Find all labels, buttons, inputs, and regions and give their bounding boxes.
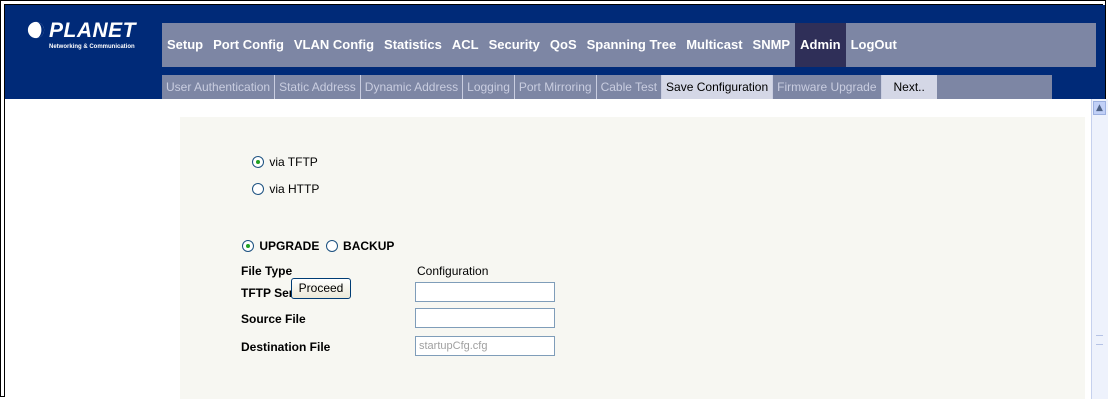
scroll-grip-icon[interactable]: [1096, 335, 1103, 345]
brand-tagline: Networking & Communication: [49, 44, 135, 50]
sub-nav: User Authentication Static Address Dynam…: [162, 75, 1052, 99]
upgrade-radio[interactable]: [242, 239, 254, 252]
nav-admin[interactable]: Admin: [795, 23, 846, 67]
nav-security[interactable]: Security: [484, 23, 545, 67]
scroll-up-arrow-icon[interactable]: ▲: [1093, 101, 1106, 115]
source-file-label: Source File: [241, 312, 306, 326]
via-http-radio[interactable]: [252, 182, 264, 195]
option-via-http[interactable]: via HTTP: [252, 181, 319, 196]
via-tftp-label: via TFTP: [269, 154, 318, 169]
via-http-label: via HTTP: [269, 181, 320, 196]
via-tftp-radio[interactable]: [252, 155, 264, 168]
nav-qos[interactable]: QoS: [545, 23, 582, 67]
nav-port-config[interactable]: Port Config: [208, 23, 289, 67]
destination-file-label: Destination File: [241, 340, 331, 354]
browser-frame: PLANET Networking & Communication Setup …: [0, 0, 1108, 399]
mode-selector: UPGRADE BACKUP: [242, 238, 394, 253]
subnav-user-authentication[interactable]: User Authentication: [162, 75, 276, 99]
upgrade-label: UPGRADE: [259, 238, 320, 253]
file-type-label: File Type: [241, 264, 293, 278]
vertical-scrollbar[interactable]: ▲: [1091, 99, 1108, 399]
nav-vlan-config[interactable]: VLAN Config: [289, 23, 379, 67]
header-band: PLANET Networking & Communication Setup …: [5, 5, 1105, 99]
nav-statistics[interactable]: Statistics: [379, 23, 447, 67]
backup-radio[interactable]: [325, 239, 338, 252]
brand-name: PLANET: [49, 19, 136, 42]
nav-multicast[interactable]: Multicast: [681, 23, 747, 67]
main-nav: Setup Port Config VLAN Config Statistics…: [162, 23, 1096, 67]
subnav-port-mirroring[interactable]: Port Mirroring: [515, 75, 597, 99]
file-type-value: Configuration: [417, 264, 489, 278]
subnav-next[interactable]: Next..: [881, 75, 937, 99]
subnav-save-configuration[interactable]: Save Configuration: [662, 75, 774, 99]
backup-label: BACKUP: [343, 238, 395, 253]
nav-spanning-tree[interactable]: Spanning Tree: [582, 23, 682, 67]
page-viewport: PLANET Networking & Communication Setup …: [4, 4, 1108, 399]
subnav-logging[interactable]: Logging: [463, 75, 515, 99]
subnav-firmware-upgrade[interactable]: Firmware Upgrade: [773, 75, 882, 99]
nav-acl[interactable]: ACL: [447, 23, 484, 67]
destination-file-input: [415, 336, 555, 356]
nav-logout[interactable]: LogOut: [846, 23, 902, 67]
source-file-input[interactable]: [415, 308, 555, 328]
subnav-dynamic-address[interactable]: Dynamic Address: [361, 75, 464, 99]
nav-snmp[interactable]: SNMP: [748, 23, 796, 67]
content-area: via TFTP via HTTP UPGRADE BACKUP File Ty…: [5, 99, 1091, 399]
nav-setup[interactable]: Setup: [162, 23, 208, 67]
planet-logo: PLANET Networking & Communication: [27, 19, 157, 59]
proceed-button[interactable]: Proceed: [291, 278, 351, 299]
planet-logo-mark-icon: [27, 21, 45, 39]
tftp-server-input[interactable]: [415, 282, 555, 302]
subnav-static-address[interactable]: Static Address: [275, 75, 361, 99]
subnav-cable-test[interactable]: Cable Test: [597, 75, 663, 99]
option-via-tftp[interactable]: via TFTP: [252, 154, 318, 169]
